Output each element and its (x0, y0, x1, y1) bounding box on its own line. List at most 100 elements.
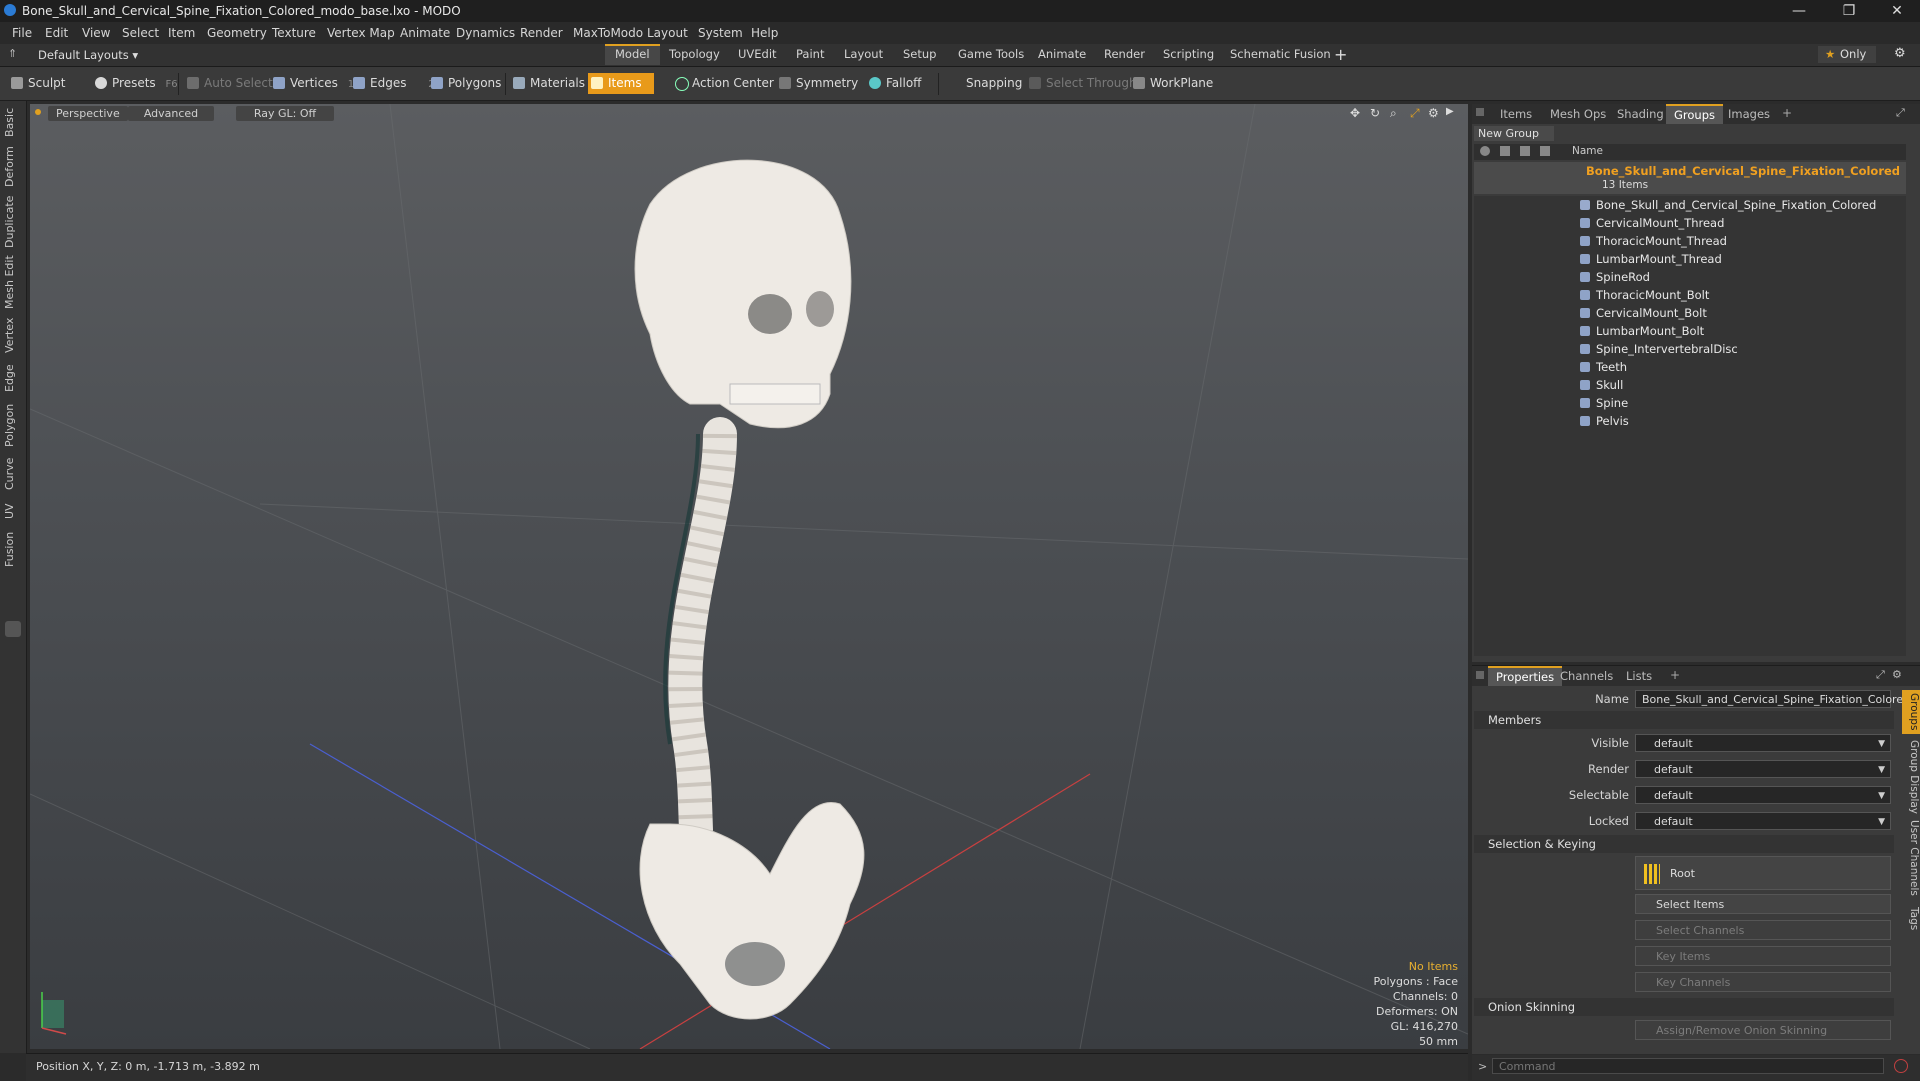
list-item[interactable]: Skull (1580, 376, 1910, 394)
items-button[interactable]: Items (588, 73, 654, 94)
menu-render[interactable]: Render (520, 26, 563, 40)
tab-duplicate[interactable]: Duplicate (3, 195, 23, 249)
command-input[interactable] (1492, 1058, 1884, 1074)
settings-icon[interactable]: ⚙ (1892, 668, 1902, 681)
tab-game-tools[interactable]: Game Tools (948, 46, 1034, 63)
auto-select-button[interactable]: Auto Select (184, 73, 273, 94)
key-items-button[interactable]: Key Items (1635, 946, 1891, 966)
tab-curve[interactable]: Curve (3, 455, 23, 493)
tab-lists[interactable]: Lists (1618, 667, 1660, 685)
skeleton-model[interactable] (634, 159, 865, 1020)
snapping-button[interactable]: Snapping (946, 73, 1022, 94)
selectable-dropdown[interactable]: default ▼ (1635, 786, 1891, 804)
list-item[interactable]: CervicalMount_Thread (1580, 214, 1910, 232)
close-button[interactable]: ✕ (1874, 0, 1920, 22)
select-items-button[interactable]: Select Items (1635, 894, 1891, 914)
expand-icon[interactable]: ⤢ (1876, 668, 1885, 682)
menu-edit[interactable]: Edit (45, 26, 68, 40)
tab-animate[interactable]: Animate (1028, 46, 1096, 63)
default-layouts-dropdown[interactable]: Default Layouts ▾ (38, 48, 138, 62)
workplane-button[interactable]: WorkPlane (1130, 73, 1213, 94)
add-tab-button[interactable]: + (1782, 106, 1792, 120)
tab-paint[interactable]: Paint (786, 46, 834, 63)
tab-basic[interactable]: Basic (3, 105, 23, 139)
side-tab-group-display[interactable]: Group Display (1902, 740, 1920, 814)
menu-system[interactable]: System (698, 26, 743, 40)
select-through-button[interactable]: Select Through (1026, 73, 1137, 94)
select-channels-button[interactable]: Select Channels (1635, 920, 1891, 940)
tab-shading[interactable]: Shading (1609, 105, 1672, 123)
list-item[interactable]: Teeth (1580, 358, 1910, 376)
menu-animate[interactable]: Animate (400, 26, 450, 40)
list-item[interactable]: Pelvis (1580, 412, 1910, 430)
list-item[interactable]: ThoracicMount_Thread (1580, 232, 1910, 250)
expand-icon[interactable]: ⤢ (1896, 106, 1905, 120)
visible-dropdown[interactable]: default ▼ (1635, 734, 1891, 752)
key-channels-button[interactable]: Key Channels (1635, 972, 1891, 992)
tab-deform[interactable]: Deform (3, 145, 23, 189)
menu-select[interactable]: Select (122, 26, 159, 40)
minimize-button[interactable]: — (1776, 0, 1822, 22)
onion-skinning-section[interactable]: Onion Skinning (1474, 998, 1894, 1016)
tab-fusion[interactable]: Fusion (3, 529, 23, 569)
restore-button[interactable]: ❐ (1826, 0, 1872, 22)
root-button[interactable]: Root (1635, 856, 1891, 890)
tab-channels[interactable]: Channels (1552, 667, 1621, 685)
gear-icon[interactable]: ⚙ (1894, 46, 1906, 61)
add-tab-button[interactable]: + (1670, 668, 1680, 682)
menu-help[interactable]: Help (751, 26, 778, 40)
render-dropdown[interactable]: default ▼ (1635, 760, 1891, 778)
list-item[interactable]: Spine_IntervertebralDisc (1580, 340, 1910, 358)
list-item[interactable]: SpineRod (1580, 268, 1910, 286)
selection-keying-section[interactable]: Selection & Keying (1474, 835, 1894, 853)
menu-layout[interactable]: Layout (647, 26, 688, 40)
menu-view[interactable]: View (82, 26, 110, 40)
3d-viewport[interactable]: Perspective Advanced Ray GL: Off ✥ ↻ ⌕ ⤢… (30, 104, 1468, 1049)
tab-edge[interactable]: Edge (3, 361, 23, 395)
group-row[interactable]: Bone_Skull_and_Cervical_Spine_Fixation_C… (1474, 162, 1906, 194)
menu-geometry[interactable]: Geometry (207, 26, 267, 40)
menu-vertex-map[interactable]: Vertex Map (327, 26, 395, 40)
tab-mesh-ops[interactable]: Mesh Ops (1542, 105, 1614, 123)
list-item[interactable]: CervicalMount_Bolt (1580, 304, 1910, 322)
record-icon[interactable] (1894, 1059, 1908, 1073)
tab-schematic-fusion[interactable]: Schematic Fusion (1220, 46, 1341, 63)
tab-topology[interactable]: Topology (659, 46, 730, 63)
menu-texture[interactable]: Texture (272, 26, 316, 40)
tab-mesh-edit[interactable]: Mesh Edit (3, 255, 23, 309)
symmetry-button[interactable]: Symmetry (776, 73, 858, 94)
side-tab-groups[interactable]: Groups (1902, 690, 1920, 734)
panel-toggle-button[interactable] (5, 621, 21, 637)
new-group-button[interactable]: New Group (1474, 126, 1554, 141)
tab-uvedit[interactable]: UVEdit (728, 46, 787, 63)
members-section[interactable]: Members (1474, 711, 1894, 729)
menu-dynamics[interactable]: Dynamics (456, 26, 515, 40)
tab-uv[interactable]: UV (3, 499, 23, 523)
materials-button[interactable]: Materials (510, 73, 585, 94)
layout-arrow-icon[interactable]: ⇑ (8, 47, 17, 60)
list-item[interactable]: LumbarMount_Thread (1580, 250, 1910, 268)
menu-maxtomodo[interactable]: MaxToModo (573, 26, 643, 40)
tab-properties[interactable]: Properties (1488, 666, 1563, 686)
vertices-button[interactable]: Vertices 1 (270, 73, 354, 94)
tab-model[interactable]: Model (605, 44, 660, 65)
list-item[interactable]: ThoracicMount_Bolt (1580, 286, 1910, 304)
polygons-button[interactable]: Polygons (428, 73, 501, 94)
sculpt-button[interactable]: Sculpt (8, 73, 65, 94)
tab-scripting[interactable]: Scripting (1153, 46, 1224, 63)
edges-button[interactable]: Edges 2 (350, 73, 435, 94)
tab-setup[interactable]: Setup (893, 46, 946, 63)
tab-images[interactable]: Images (1720, 105, 1778, 123)
tab-render[interactable]: Render (1094, 46, 1155, 63)
menu-file[interactable]: File (12, 26, 32, 40)
action-center-button[interactable]: Action Center (672, 73, 774, 94)
assign-onion-button[interactable]: Assign/Remove Onion Skinning (1635, 1020, 1891, 1040)
only-toggle[interactable]: ★ Only (1818, 46, 1877, 63)
tab-layout[interactable]: Layout (834, 46, 893, 63)
name-field[interactable]: Bone_Skull_and_Cervical_Spine_Fixation_C… (1635, 690, 1910, 724)
tab-items[interactable]: Items (1492, 105, 1540, 123)
tab-groups[interactable]: Groups (1666, 104, 1724, 124)
list-item[interactable]: LumbarMount_Bolt (1580, 322, 1910, 340)
side-tab-user-channels[interactable]: User Channels (1902, 820, 1920, 896)
presets-button[interactable]: Presets F6 (92, 73, 190, 94)
